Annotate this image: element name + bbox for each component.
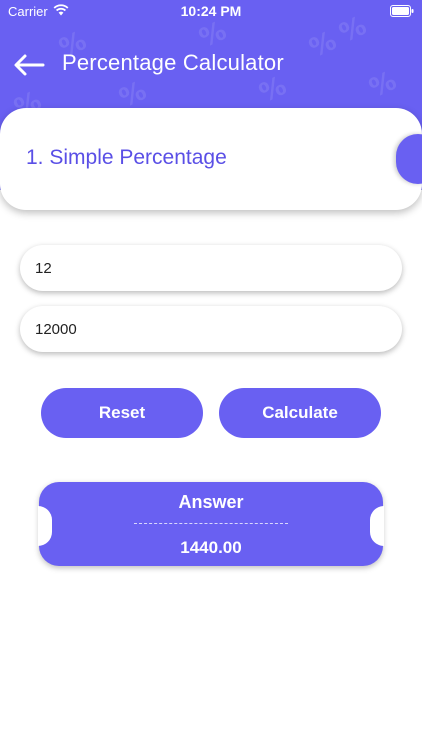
decor-percent-icon: % [364, 65, 402, 105]
calculate-button[interactable]: Calculate [219, 388, 381, 438]
amount-input[interactable] [20, 306, 402, 352]
calculator-mode-card[interactable]: 1. Simple Percentage [0, 108, 422, 210]
page-title: Percentage Calculator [62, 50, 284, 75]
decor-percent-icon: % [254, 70, 292, 110]
status-time: 10:24 PM [180, 3, 242, 19]
answer-card: Answer 1440.00 [38, 482, 384, 566]
reset-button[interactable]: Reset [41, 388, 203, 438]
back-arrow-icon[interactable] [12, 52, 46, 78]
mode-side-tab[interactable] [396, 134, 422, 184]
decor-percent-icon: % [304, 25, 342, 65]
calculator-mode-label: 1. Simple Percentage [26, 146, 227, 169]
answer-value: 1440.00 [180, 538, 242, 557]
battery-icon [390, 5, 414, 17]
answer-title: Answer [178, 492, 244, 512]
answer-divider [134, 523, 288, 524]
status-bar: Carrier 10:24 PM [0, 0, 422, 22]
percent-input[interactable] [20, 245, 402, 291]
